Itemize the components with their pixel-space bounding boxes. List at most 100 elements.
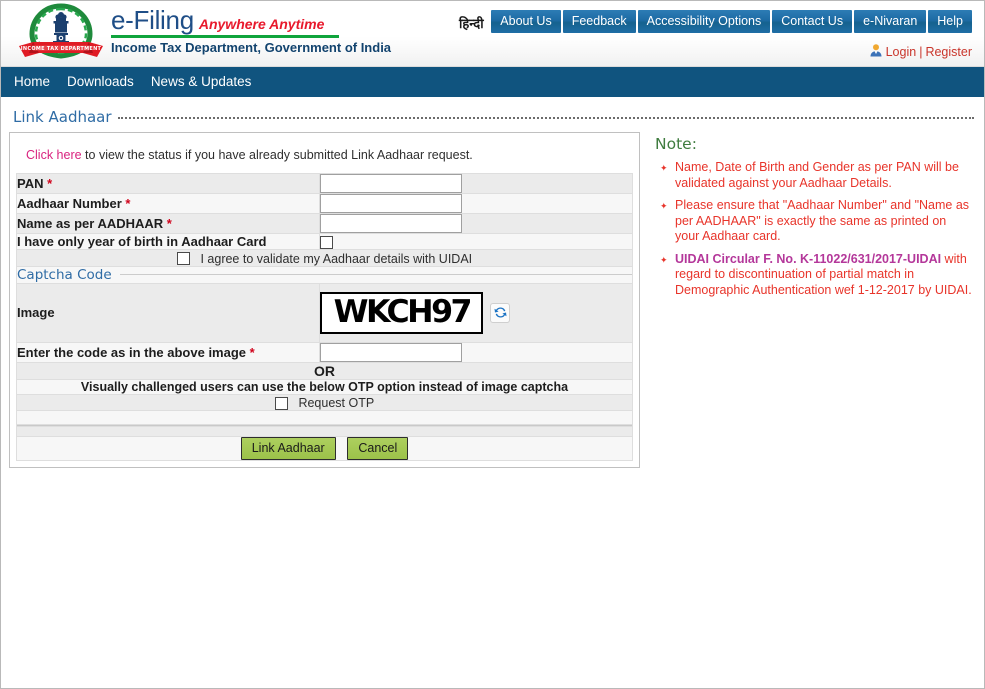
account-separator: |: [919, 44, 923, 59]
captcha-code-required-marker: *: [249, 344, 255, 360]
aadhaar-label: Aadhaar Number: [17, 196, 122, 211]
cancel-button[interactable]: Cancel: [347, 437, 409, 461]
site-header: सत्यमेव जयते INCOME TAX DEPARTMENT e-Fil…: [1, 1, 984, 67]
brand-block: e-Filing Anywhere Anytime Income Tax Depa…: [111, 7, 441, 55]
note-item-text: Name, Date of Birth and Gender as per PA…: [675, 160, 959, 190]
agree-uidai-label: I agree to validate my Aadhaar details w…: [200, 251, 473, 266]
hindi-language-link[interactable]: हिन्दी: [459, 14, 484, 32]
request-otp-cell: Request OTP: [16, 393, 633, 412]
top-nav-item-help[interactable]: Help: [928, 10, 972, 33]
captcha-code-field-cell: [319, 341, 633, 363]
agree-uidai-checkbox[interactable]: [176, 252, 190, 266]
content-columns: Click here to view the status if you hav…: [9, 132, 976, 469]
year-of-birth-label: I have only year of birth in Aadhaar Car…: [17, 234, 267, 250]
form-row-spacer-2: [16, 426, 633, 438]
pan-required-marker: *: [47, 176, 53, 191]
year-of-birth-checkbox-cell: [319, 232, 633, 251]
spacer-cell-2: [16, 426, 633, 438]
captcha-image: WKCH97: [320, 291, 483, 334]
form-row-or: OR: [16, 361, 633, 380]
pan-field-cell: [319, 173, 633, 194]
note-item-text: Please ensure that "Aadhaar Number" and …: [675, 198, 970, 243]
note-item: UIDAI Circular F. No. K-11022/631/2017-U…: [659, 252, 972, 299]
otp-hint-text: Visually challenged users can use the be…: [16, 378, 633, 395]
form-row-captcha-code: Enter the code as in the above image *: [16, 341, 633, 363]
captcha-section-divider: [119, 274, 632, 276]
aadhaar-required-marker: *: [125, 196, 131, 211]
or-label: OR: [16, 361, 633, 380]
year-of-birth-checkbox[interactable]: [320, 236, 333, 250]
captcha-code-label-cell: Enter the code as in the above image *: [16, 341, 320, 363]
link-aadhaar-form-table: PAN * Aadhaar Number * Name as per AADHA…: [16, 173, 633, 462]
account-links: Login | Register: [869, 43, 972, 60]
form-intro: Click here to view the status if you hav…: [16, 139, 633, 173]
captcha-image-label-cell: Image: [16, 282, 320, 343]
form-row-aadhaar-number: Aadhaar Number *: [16, 193, 633, 214]
brand-subtitle: Income Tax Department, Government of Ind…: [111, 40, 392, 55]
breadcrumb-divider: [117, 117, 974, 119]
captcha-image-text: WKCH97: [333, 294, 472, 331]
register-link[interactable]: Register: [925, 45, 972, 59]
breadcrumb: Link Aadhaar: [9, 108, 976, 126]
main-nav-item-home[interactable]: Home: [14, 67, 50, 97]
form-buttons-cell: Link Aadhaar Cancel: [16, 436, 633, 462]
pan-input[interactable]: [320, 174, 462, 193]
top-nav-item-accessibility-options[interactable]: Accessibility Options: [637, 10, 771, 33]
svg-text:INCOME TAX DEPARTMENT: INCOME TAX DEPARTMENT: [21, 46, 102, 52]
page-root: सत्यमेव जयते INCOME TAX DEPARTMENT e-Fil…: [0, 0, 985, 689]
top-nav-item-e-nivaran[interactable]: e-Nivaran: [854, 10, 927, 33]
captcha-image-cell: WKCH97: [319, 282, 633, 343]
note-list: Name, Date of Birth and Gender as per PA…: [655, 160, 976, 298]
note-title: Note:: [655, 135, 697, 153]
login-link[interactable]: Login: [886, 45, 917, 59]
income-tax-department-emblem-icon: सत्यमेव जयते INCOME TAX DEPARTMENT: [15, 2, 107, 64]
aadhaar-field-cell: [319, 193, 633, 214]
main-nav-item-news-updates[interactable]: News & Updates: [151, 67, 252, 97]
page-title: Link Aadhaar: [13, 108, 112, 126]
request-otp-checkbox[interactable]: [274, 396, 288, 410]
note-item: Please ensure that "Aadhaar Number" and …: [659, 198, 972, 245]
check-status-link[interactable]: Click here: [26, 148, 82, 162]
form-row-otp-hint: Visually challenged users can use the be…: [16, 378, 633, 395]
captcha-code-label: Enter the code as in the above image: [17, 344, 247, 360]
form-row-agree: I agree to validate my Aadhaar details w…: [16, 249, 633, 267]
name-as-per-aadhaar-input[interactable]: [320, 214, 462, 233]
top-nav-item-about-us[interactable]: About Us: [491, 10, 561, 33]
name-label-cell: Name as per AADHAAR *: [16, 213, 320, 234]
name-required-marker: *: [166, 216, 172, 231]
brand-divider: [111, 35, 339, 38]
year-of-birth-label-cell: I have only year of birth in Aadhaar Car…: [16, 232, 320, 251]
link-aadhaar-button[interactable]: Link Aadhaar: [240, 437, 336, 461]
captcha-code-input[interactable]: [320, 342, 462, 362]
note-item: Name, Date of Birth and Gender as per PA…: [659, 160, 972, 191]
top-nav-item-feedback[interactable]: Feedback: [562, 10, 636, 33]
form-row-pan: PAN *: [16, 173, 633, 194]
top-nav-item-contact-us[interactable]: Contact Us: [772, 10, 853, 33]
main-nav-item-downloads[interactable]: Downloads: [67, 67, 134, 97]
captcha-section-cell: Captcha Code: [16, 265, 633, 284]
user-avatar-icon: [869, 43, 883, 60]
name-field-cell: [319, 213, 633, 234]
uidai-circular-link[interactable]: UIDAI Circular F. No. K-11022/631/2017-U…: [675, 252, 941, 266]
form-row-buttons: Link Aadhaar Cancel: [16, 436, 633, 462]
content-area: Link Aadhaar Click here to view the stat…: [1, 100, 984, 689]
spacer-cell-1: [16, 410, 633, 426]
pan-label-cell: PAN *: [16, 173, 320, 194]
form-row-name: Name as per AADHAAR *: [16, 213, 633, 234]
pan-label: PAN: [17, 176, 44, 191]
refresh-icon[interactable]: [490, 302, 510, 323]
agree-cell: I agree to validate my Aadhaar details w…: [16, 249, 633, 267]
brand-title: e-Filing: [111, 5, 194, 35]
request-otp-label: Request OTP: [298, 396, 375, 411]
aadhaar-number-input[interactable]: [320, 194, 462, 213]
form-row-captcha-section: Captcha Code: [16, 265, 633, 284]
main-nav: Home Downloads News & Updates: [1, 67, 984, 100]
form-row-spacer-1: [16, 410, 633, 426]
top-nav: About Us Feedback Accessibility Options …: [491, 10, 972, 33]
link-aadhaar-form-panel: Click here to view the status if you hav…: [9, 132, 640, 469]
aadhaar-label-cell: Aadhaar Number *: [16, 193, 320, 214]
form-row-captcha-image: Image WKCH97: [16, 282, 633, 343]
form-row-year-of-birth: I have only year of birth in Aadhaar Car…: [16, 232, 633, 251]
note-panel: Note: Name, Date of Birth and Gender as …: [640, 132, 976, 305]
form-intro-text: to view the status if you have already s…: [81, 148, 473, 162]
